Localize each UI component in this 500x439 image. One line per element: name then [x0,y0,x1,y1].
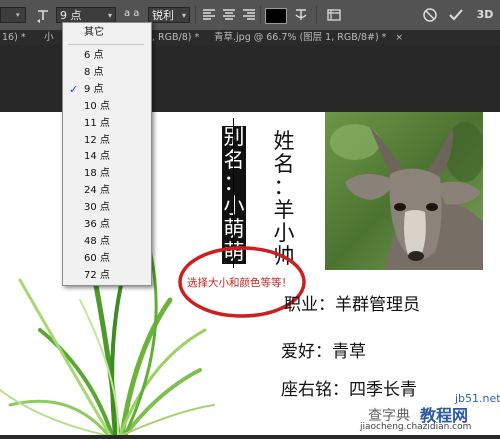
commit-check-icon[interactable] [448,7,464,23]
menu-item-label: 9 点 [84,83,104,95]
menu-item-label: 24 点 [84,185,110,197]
menu-separator [68,44,144,45]
aa-label: a a [124,8,140,19]
align-center-icon[interactable] [221,7,237,23]
menu-item-label: 6 点 [84,50,104,61]
character-panel-icon[interactable] [326,7,342,23]
menu-item-font-size[interactable]: 72 点 [62,268,150,285]
text-char: ： [273,175,295,199]
menu-item-label: 10 点 [84,100,110,112]
text-char: 别 [222,125,246,149]
chevron-down-icon: ▾ [181,11,186,20]
separator [195,6,196,24]
antialias-select[interactable]: 锐利 ▾ [148,7,190,23]
text-char: 萌 [222,217,246,241]
hobby-text[interactable]: 爱好：青草 [281,337,366,362]
text-color-swatch[interactable] [265,8,287,24]
close-icon[interactable]: × [395,33,403,43]
tab-document-2-rest[interactable]: , RGB/8) * [152,30,199,45]
text-char: 名 [222,148,246,172]
motto-text[interactable]: 座右铭：四季长青 [281,375,417,400]
annotation-text: 选择大小和颜色等等！ [187,277,292,289]
job-text[interactable]: 职业：羊群管理员 [284,290,420,315]
menu-item-label: 72 点 [84,269,110,281]
menu-item-font-size[interactable]: 8 点 [62,65,150,82]
align-left-icon[interactable] [201,7,217,23]
tab-document-2[interactable]: 小 [44,30,54,45]
menu-item-font-size[interactable]: 48 点 [62,234,150,251]
text-char: 小 [273,221,295,245]
tab-label: 小 [44,32,54,43]
text-char: ： [222,171,246,195]
menu-item-label: 36 点 [84,219,110,230]
text-orientation-icon[interactable] [35,7,51,23]
tool-preset-picker[interactable]: ▾ [0,7,26,23]
menu-item-label: 60 点 [84,252,110,264]
tab-document-1[interactable]: 16) * [2,30,26,45]
text-char: 小 [222,194,246,218]
menu-item-font-size[interactable]: ✓ 9 点 [62,82,150,99]
separator [260,6,261,24]
menu-item-font-size[interactable]: 14 点 [62,149,150,166]
3d-icon[interactable]: 3D [474,7,496,23]
menu-item-label: 12 点 [84,134,110,146]
align-right-icon[interactable] [241,7,257,23]
goat-photo [325,112,483,270]
cancel-icon[interactable] [422,7,438,23]
menu-item-font-size[interactable]: 60 点 [62,251,150,268]
tab-label: , RGB/8) * [152,32,200,43]
menu-item-font-size[interactable]: 10 点 [62,99,150,116]
menu-item-label: 48 点 [84,235,110,247]
tab-document-3[interactable]: 青草.jpg @ 66.7% (图层 1, RGB/8#) * × [214,30,403,45]
checkmark-icon: ✓ [69,82,79,96]
menu-item-font-size[interactable]: 12 点 [62,133,150,150]
font-size-value: 9 点 [60,9,82,22]
menu-item-font-size[interactable]: 11 点 [62,116,150,133]
menu-item-font-size[interactable]: 36 点 [62,217,150,234]
menu-item-label: 8 点 [84,66,104,78]
menu-item-font-size[interactable]: 18 点 [62,166,150,183]
antialias-value: 锐利 [152,9,174,22]
warp-text-icon[interactable] [293,7,309,23]
menu-item-label: 18 点 [84,168,110,180]
menu-item-other[interactable]: 其它 [62,25,150,42]
text-char: 姓 [273,129,295,153]
font-size-select[interactable]: 9 点 ▾ [56,7,116,23]
menu-item-label: 其它 [84,27,104,38]
menu-item-label: 30 点 [84,202,110,214]
separator [316,6,317,24]
menu-item-label: 14 点 [84,151,110,163]
tab-label: 青草.jpg @ 66.7% (图层 1, RGB/8#) * [214,32,387,43]
watermark-brand: 查字典 [368,408,410,424]
tab-label: 16) * [2,32,26,43]
menu-item-font-size[interactable]: 24 点 [62,183,150,200]
menu-item-font-size[interactable]: 30 点 [62,200,150,217]
menu-item-font-size[interactable]: 6 点 [62,48,150,65]
text-char: 羊 [273,198,295,222]
chevron-down-icon: ▾ [16,11,20,19]
menu-item-label: 11 点 [84,117,110,129]
text-char: 名 [273,152,295,176]
